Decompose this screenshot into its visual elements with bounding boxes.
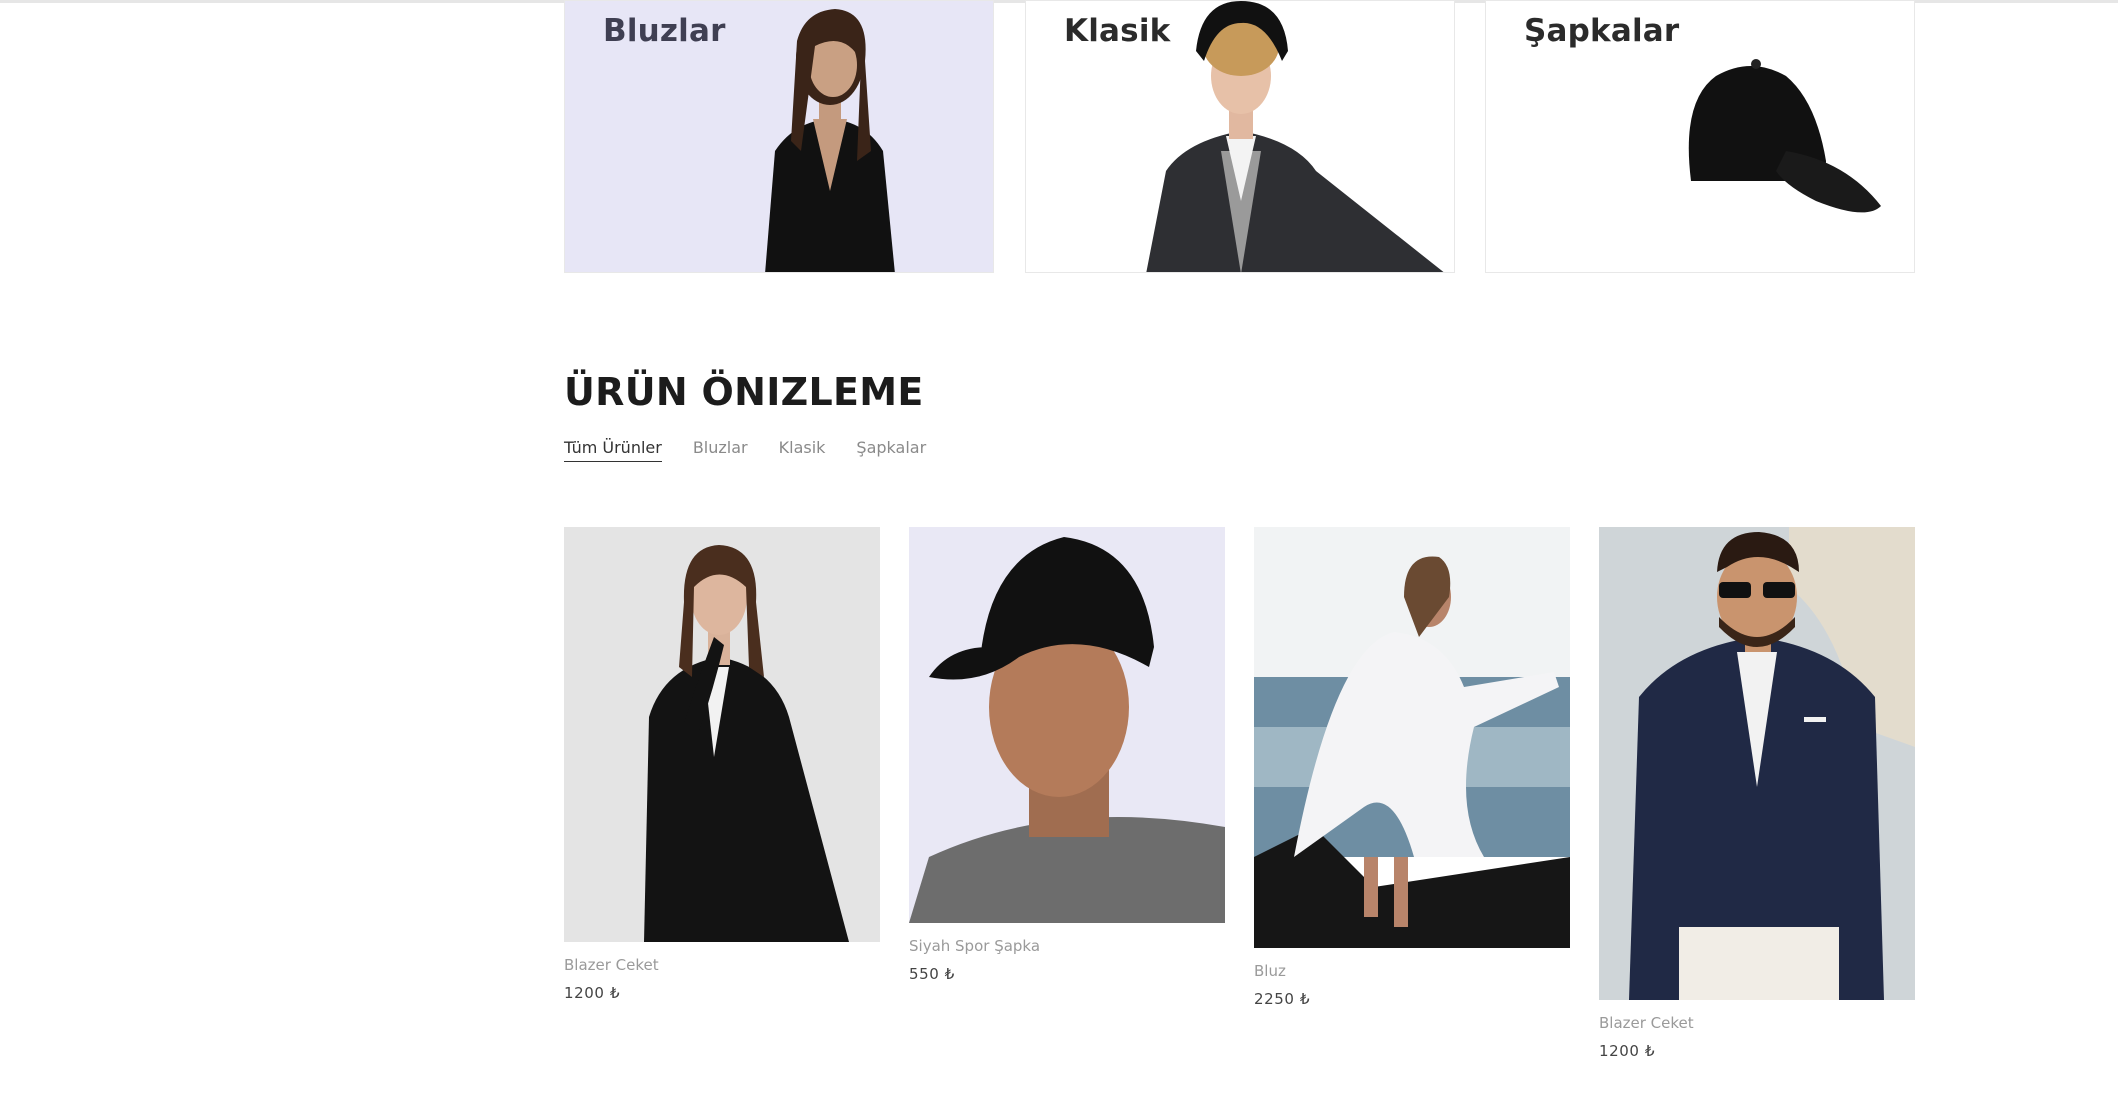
product-card[interactable]: Siyah Spor Şapka 550 ₺ bbox=[909, 527, 1225, 983]
woman-white-blouse-sea-photo bbox=[1254, 527, 1570, 948]
man-navy-blazer-photo bbox=[1599, 527, 1915, 1000]
product-image[interactable] bbox=[1599, 527, 1915, 1000]
product-name: Blazer Ceket bbox=[564, 956, 659, 974]
product-image[interactable] bbox=[564, 527, 880, 942]
category-title: Şapkalar bbox=[1524, 13, 1680, 49]
filter-tab-klasik[interactable]: Klasik bbox=[779, 438, 826, 462]
product-card[interactable]: Blazer Ceket 1200 ₺ bbox=[1599, 527, 1915, 1060]
product-name: Bluz bbox=[1254, 962, 1286, 980]
product-price: 2250 ₺ bbox=[1254, 990, 1311, 1008]
product-name: Blazer Ceket bbox=[1599, 1014, 1694, 1032]
section-title: ÜRÜN ÖNIZLEME bbox=[564, 370, 924, 414]
product-price: 1200 ₺ bbox=[564, 984, 621, 1002]
filter-tab-all[interactable]: Tüm Ürünler bbox=[564, 438, 662, 462]
filter-tabs: Tüm Ürünler Bluzlar Klasik Şapkalar bbox=[564, 438, 926, 462]
product-card[interactable]: Blazer Ceket 1200 ₺ bbox=[564, 527, 880, 1002]
category-title: Bluzlar bbox=[603, 13, 726, 49]
product-image[interactable] bbox=[1254, 527, 1570, 948]
filter-tab-bluzlar[interactable]: Bluzlar bbox=[693, 438, 748, 462]
category-card-klasik[interactable]: Klasik bbox=[1025, 0, 1455, 273]
man-black-cap-photo bbox=[909, 527, 1225, 923]
product-name: Siyah Spor Şapka bbox=[909, 937, 1041, 955]
filter-tab-sapkalar[interactable]: Şapkalar bbox=[856, 438, 926, 462]
category-card-bluzlar[interactable]: Bluzlar bbox=[564, 0, 994, 273]
product-card[interactable]: Bluz 2250 ₺ bbox=[1254, 527, 1570, 1008]
product-image[interactable] bbox=[909, 527, 1225, 923]
woman-black-blazer-photo bbox=[564, 527, 880, 942]
product-price: 1200 ₺ bbox=[1599, 1042, 1656, 1060]
product-price: 550 ₺ bbox=[909, 965, 955, 983]
category-title: Klasik bbox=[1064, 13, 1171, 49]
category-card-sapkalar[interactable]: Şapkalar bbox=[1485, 0, 1915, 273]
